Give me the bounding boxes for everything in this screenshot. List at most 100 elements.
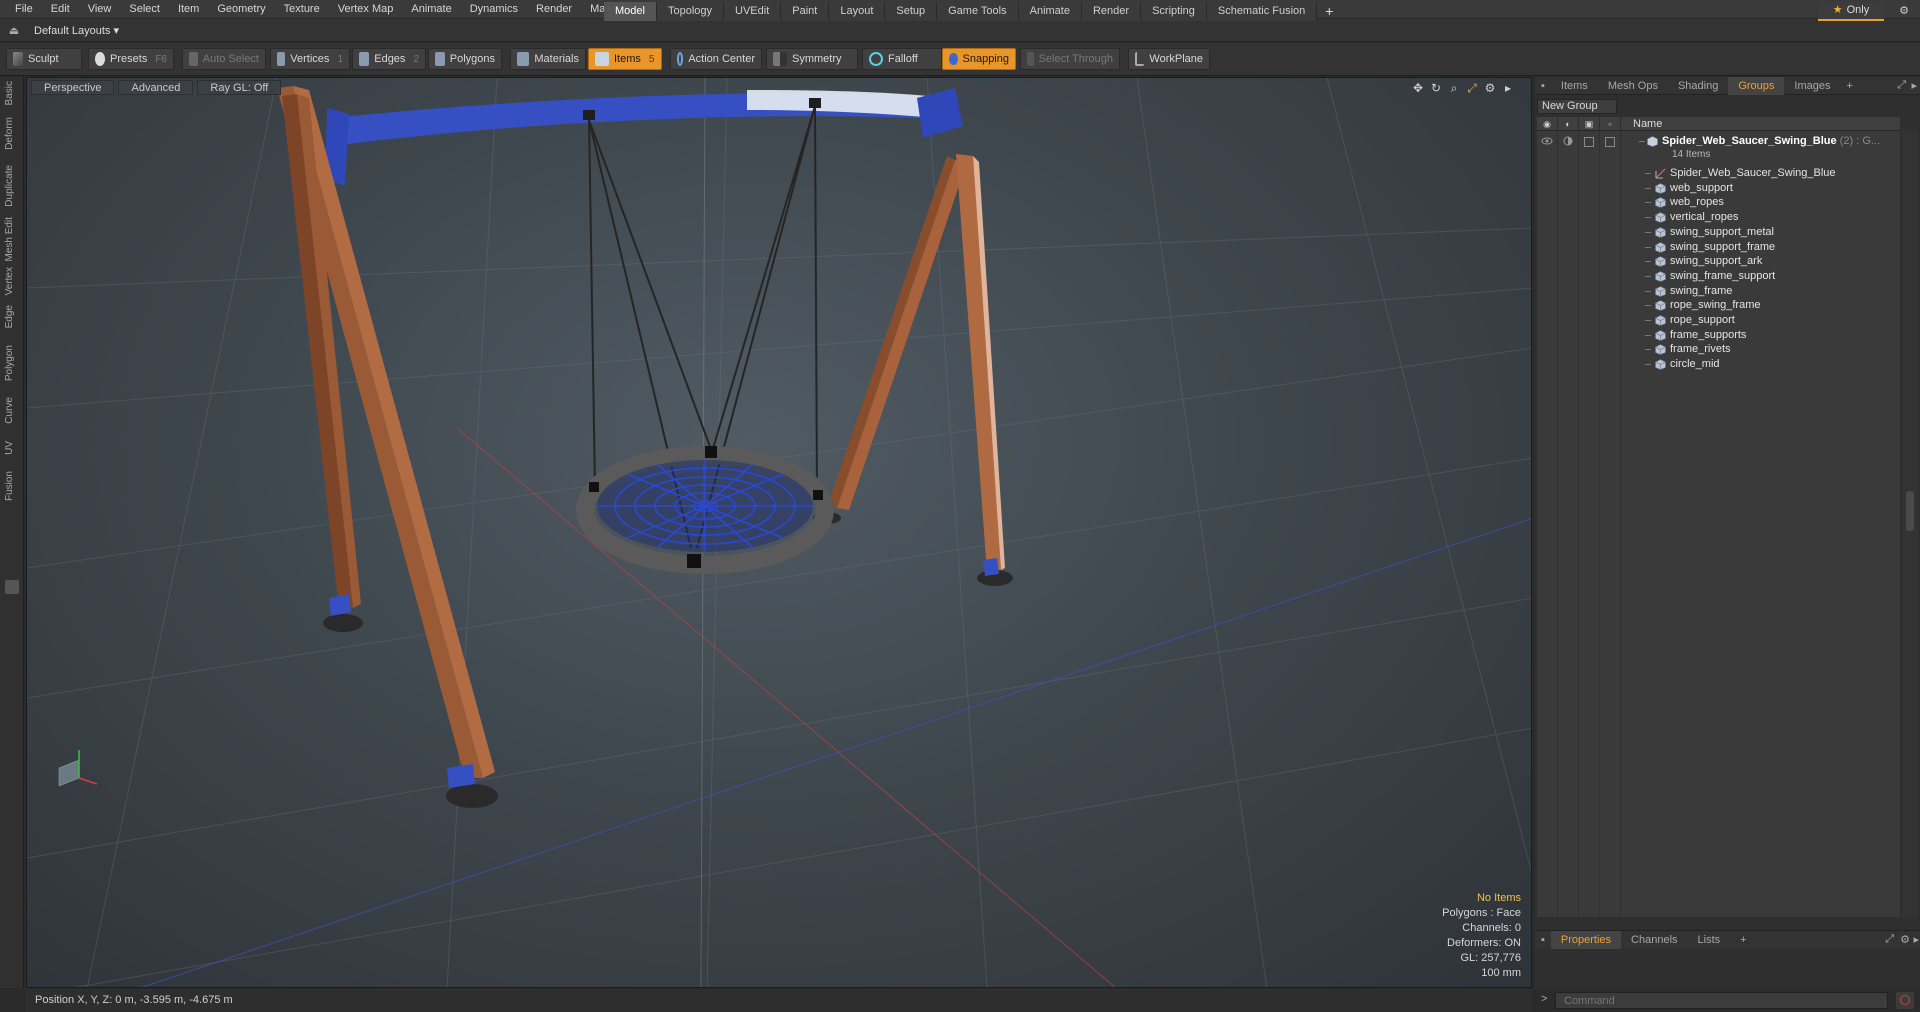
left-tab-curve[interactable]: Curve bbox=[4, 397, 20, 424]
viewport-expand-icon[interactable]: ▸ bbox=[1499, 81, 1517, 96]
lock-checkbox[interactable] bbox=[1584, 137, 1594, 147]
panel-tab-items[interactable]: Items bbox=[1551, 77, 1598, 95]
layout-tab-game-tools[interactable]: Game Tools bbox=[937, 2, 1019, 21]
add-layout-tab-icon[interactable]: + bbox=[1317, 2, 1341, 21]
add-prop-tab-icon[interactable]: + bbox=[1730, 931, 1756, 949]
auto-select-button[interactable]: Auto Select bbox=[182, 48, 266, 70]
prop-tab-lists[interactable]: Lists bbox=[1688, 931, 1731, 949]
panel-tab-images[interactable]: Images bbox=[1784, 77, 1840, 95]
left-tab-duplicate[interactable]: Duplicate bbox=[4, 165, 20, 207]
menu-view[interactable]: View bbox=[79, 0, 121, 19]
select-through-button[interactable]: Select Through bbox=[1020, 48, 1120, 70]
menu-file[interactable]: File bbox=[6, 0, 42, 19]
command-chevron-icon[interactable]: > bbox=[1541, 993, 1547, 1005]
workplane-button[interactable]: WorkPlane bbox=[1128, 48, 1210, 70]
only-button[interactable]: ★ Only bbox=[1818, 2, 1884, 21]
zoom-icon[interactable]: ⌕ bbox=[1445, 81, 1463, 96]
left-tab-uv[interactable]: UV bbox=[4, 441, 20, 455]
sculpt-button[interactable]: Sculpt bbox=[6, 48, 82, 70]
materials-button[interactable]: Materials bbox=[510, 48, 586, 70]
menu-animate[interactable]: Animate bbox=[402, 0, 460, 19]
left-tab-fusion[interactable]: Fusion bbox=[4, 471, 20, 501]
foot-bracket-back-right bbox=[983, 558, 999, 576]
name-column-header[interactable]: Name bbox=[1621, 118, 1662, 130]
group-root-row[interactable]: Spider_Web_Saucer_Swing_Blue (2) : G... bbox=[1537, 133, 1900, 151]
render-col-icon[interactable]: ◐ bbox=[1558, 116, 1579, 131]
left-tab-mesh-edit[interactable]: Mesh Edit bbox=[4, 217, 20, 261]
layout-tab-setup[interactable]: Setup bbox=[885, 2, 938, 21]
command-input[interactable] bbox=[1555, 992, 1888, 1009]
visibility-col-icon[interactable]: ◉ bbox=[1537, 116, 1558, 131]
tree-scrollbar[interactable] bbox=[1902, 131, 1918, 917]
layout-tab-scripting[interactable]: Scripting bbox=[1141, 2, 1207, 21]
eye-icon[interactable] bbox=[1541, 136, 1553, 146]
edges-button[interactable]: Edges 2 bbox=[352, 48, 426, 70]
polygons-button[interactable]: Polygons bbox=[428, 48, 502, 70]
layout-tab-paint[interactable]: Paint bbox=[781, 2, 830, 21]
scrollbar-thumb[interactable] bbox=[1906, 491, 1914, 531]
layout-tab-uvedit[interactable]: UVEdit bbox=[724, 2, 782, 21]
left-tab-polygon[interactable]: Polygon bbox=[4, 345, 20, 381]
gear-icon[interactable]: ⚙ bbox=[1894, 2, 1914, 21]
snapping-button[interactable]: Snapping bbox=[942, 48, 1016, 70]
left-panel-toggle-icon[interactable] bbox=[5, 580, 19, 594]
layout-tab-layout[interactable]: Layout bbox=[829, 2, 886, 21]
presets-button[interactable]: Presets F6 bbox=[88, 48, 174, 70]
shading-dropdown[interactable]: Advanced bbox=[118, 79, 194, 95]
select-checkbox[interactable] bbox=[1605, 137, 1615, 147]
menu-edit[interactable]: Edit bbox=[42, 0, 79, 19]
layout-tab-render[interactable]: Render bbox=[1081, 2, 1142, 21]
action-center-button[interactable]: Action Center bbox=[670, 48, 762, 70]
panel-arrow-icon[interactable]: ▸ bbox=[1911, 79, 1917, 92]
left-tab-vertex[interactable]: Vertex bbox=[4, 267, 20, 295]
left-tab-edge[interactable]: Edge bbox=[4, 305, 20, 328]
panel-pin-icon[interactable]: ▪ bbox=[1535, 77, 1551, 95]
prop-gear-icon[interactable]: ⚙ bbox=[1900, 933, 1910, 946]
panel-expand-icon[interactable]: ⤢ bbox=[1897, 79, 1906, 92]
pan-icon[interactable]: ✥ bbox=[1409, 81, 1427, 96]
panel-tab-groups[interactable]: Groups bbox=[1728, 76, 1785, 95]
menu-geometry[interactable]: Geometry bbox=[208, 0, 274, 19]
menu-texture[interactable]: Texture bbox=[275, 0, 329, 19]
layout-select[interactable]: Default Layouts ▾ bbox=[28, 24, 125, 37]
mesh-icon bbox=[1655, 226, 1666, 238]
group-item-row[interactable]: circle_mid bbox=[1537, 356, 1900, 374]
3d-viewport[interactable]: Perspective Advanced Ray GL: Off ✥ ↻ ⌕ ⤢… bbox=[26, 77, 1532, 988]
select-col-icon[interactable]: ▫ bbox=[1600, 116, 1621, 131]
items-button[interactable]: Items 5 bbox=[588, 48, 662, 70]
layout-tab-schematic-fusion[interactable]: Schematic Fusion bbox=[1206, 2, 1318, 21]
command-run-icon[interactable] bbox=[1896, 992, 1914, 1009]
add-panel-tab-icon[interactable]: + bbox=[1840, 80, 1858, 92]
rotate-icon[interactable]: ↻ bbox=[1427, 81, 1445, 96]
menu-render[interactable]: Render bbox=[527, 0, 581, 19]
layout-tab-topology[interactable]: Topology bbox=[656, 2, 725, 21]
falloff-button[interactable]: Falloff bbox=[862, 48, 942, 70]
layout-home-icon[interactable]: ⏏ bbox=[0, 24, 28, 37]
menu-select[interactable]: Select bbox=[120, 0, 169, 19]
prop-expand-icon[interactable]: ⤢ bbox=[1885, 933, 1894, 946]
prop-tab-properties[interactable]: Properties bbox=[1550, 930, 1622, 949]
symmetry-button[interactable]: Symmetry bbox=[766, 48, 858, 70]
snapping-label: Snapping bbox=[962, 53, 1010, 65]
left-tab-basic[interactable]: Basic bbox=[4, 81, 20, 105]
panel-tab-mesh-ops[interactable]: Mesh Ops bbox=[1598, 77, 1668, 95]
layout-tab-model[interactable]: Model bbox=[604, 2, 657, 21]
menu-vertex-map[interactable]: Vertex Map bbox=[329, 0, 403, 19]
prop-arrow-icon[interactable]: ▸ bbox=[1913, 933, 1919, 946]
left-tab-deform[interactable]: Deform bbox=[4, 117, 20, 150]
panel-tab-shading[interactable]: Shading bbox=[1668, 77, 1728, 95]
vertices-button[interactable]: Vertices 1 bbox=[270, 48, 350, 70]
lock-col-icon[interactable]: ▣ bbox=[1579, 116, 1600, 131]
fit-icon[interactable]: ⤢ bbox=[1463, 81, 1481, 96]
view-mode-dropdown[interactable]: Perspective bbox=[31, 79, 115, 95]
prop-pin-icon[interactable]: ▪ bbox=[1535, 931, 1551, 949]
new-group-button[interactable]: New Group bbox=[1537, 99, 1617, 114]
menu-item[interactable]: Item bbox=[169, 0, 208, 19]
prop-tab-channels[interactable]: Channels bbox=[1621, 931, 1687, 949]
menu-dynamics[interactable]: Dynamics bbox=[461, 0, 527, 19]
render-icon[interactable] bbox=[1562, 136, 1574, 146]
viewport-settings-icon[interactable]: ⚙ bbox=[1481, 81, 1499, 96]
raygl-toggle[interactable]: Ray GL: Off bbox=[197, 79, 282, 95]
layout-tab-animate[interactable]: Animate bbox=[1018, 2, 1082, 21]
edges-label: Edges bbox=[374, 53, 406, 65]
